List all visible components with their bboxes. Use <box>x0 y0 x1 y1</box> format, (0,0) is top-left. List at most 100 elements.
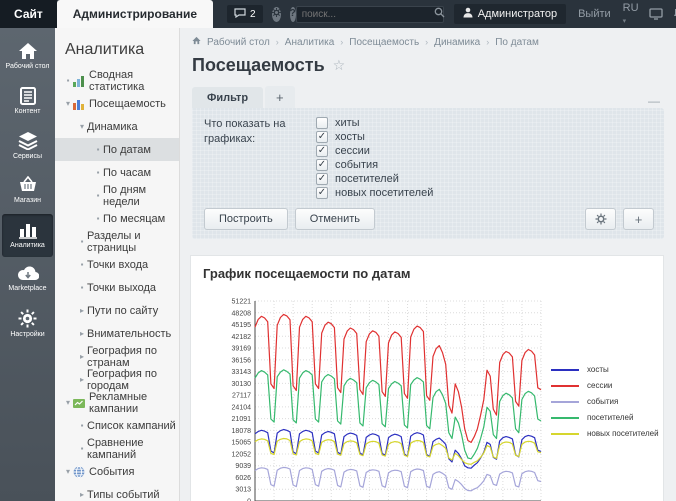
sidebar-item[interactable]: ▪По датам <box>55 138 179 161</box>
search-input[interactable] <box>302 9 434 20</box>
square-marker-icon: ▪ <box>93 145 103 154</box>
sidebar-item[interactable]: ▪Список кампаний <box>55 414 179 437</box>
pin-panel-button[interactable] <box>673 8 676 21</box>
sidebar-item-label: География по городам <box>87 368 179 392</box>
checkbox-checked[interactable]: ✓ <box>316 187 328 199</box>
sidebar-item[interactable]: ▪По часам <box>55 161 179 184</box>
chat-bubble-icon <box>234 8 246 21</box>
collapsed-marker-icon: ▸ <box>77 490 87 499</box>
tab-admin[interactable]: Администрирование <box>57 0 213 28</box>
filter-question-label: Что показать на графиках: <box>204 117 296 199</box>
help-round-button[interactable]: ? <box>290 7 296 22</box>
checkbox-checked[interactable]: ✓ <box>316 131 328 143</box>
build-button[interactable]: Построить <box>204 208 288 230</box>
analytics-sidebar: Аналитика ▪Сводная статистика▾Посещаемос… <box>55 28 180 501</box>
rail-item-label: Рабочий стол <box>6 63 50 72</box>
add-filter-tab-button[interactable]: + <box>265 86 295 108</box>
square-marker-icon: ▪ <box>77 421 87 430</box>
sidebar-item-label: Разделы и страницы <box>87 230 179 254</box>
favorite-star-icon[interactable]: ☆ <box>333 57 346 74</box>
sidebar-item[interactable]: ▪По месяцам <box>55 207 179 230</box>
rail-item-label: Контент <box>15 108 41 117</box>
filter-settings-button[interactable] <box>585 208 616 230</box>
expanded-marker-icon: ▾ <box>63 99 73 108</box>
breadcrumb-item[interactable]: Посещаемость <box>349 37 419 48</box>
sidebar-item-label: По датам <box>103 144 151 156</box>
sidebar-item[interactable]: ▸География по странам <box>55 345 179 368</box>
search-box[interactable] <box>296 6 444 23</box>
cart-icon <box>18 176 38 194</box>
language-selector[interactable]: RU ▾ <box>623 2 639 26</box>
pin-icon <box>673 8 676 21</box>
app-frame: Рабочий столКонтентСервисыМагазинАналити… <box>0 28 676 501</box>
legend-swatch <box>551 433 579 435</box>
rail-item-home[interactable]: Рабочий стол <box>2 35 53 78</box>
user-icon <box>463 7 473 21</box>
home-icon[interactable] <box>192 36 201 48</box>
sidebar-item[interactable]: ▸Типы событий <box>55 483 179 501</box>
logout-link[interactable]: Выйти <box>578 8 611 20</box>
svg-text:9039: 9039 <box>235 463 251 470</box>
filter-panel: Фильтр + — Что показать на графиках: хит… <box>192 86 664 239</box>
breadcrumb-item[interactable]: Рабочий стол <box>207 37 270 48</box>
collapsed-marker-icon: ▸ <box>77 352 87 361</box>
legend-swatch <box>551 417 579 419</box>
sidebar-item-label: События <box>89 466 134 478</box>
svg-text:36156: 36156 <box>232 357 252 364</box>
breadcrumb-item[interactable]: Аналитика <box>285 37 335 48</box>
sidebar-item[interactable]: ▸География по городам <box>55 368 179 391</box>
sidebar-item[interactable]: ▪Точки входа <box>55 253 179 276</box>
notifications-button[interactable]: 2 <box>227 5 263 23</box>
checkbox-unchecked[interactable] <box>316 117 328 129</box>
site-view-button[interactable] <box>649 8 663 20</box>
settings-round-button[interactable] <box>272 7 281 22</box>
rail-item-cloud[interactable]: Marketplace <box>2 259 53 300</box>
svg-text:3013: 3013 <box>235 487 251 494</box>
minimize-filter-button[interactable]: — <box>644 94 664 108</box>
sidebar-item[interactable]: ▪Сводная статистика <box>55 69 179 92</box>
sidebar-item[interactable]: ▪По дням недели <box>55 184 179 207</box>
breadcrumb-item[interactable]: Динамика <box>434 37 480 48</box>
filter-option: ✓сессии <box>316 145 433 157</box>
sidebar-item[interactable]: ▾События <box>55 460 179 483</box>
tab-site[interactable]: Сайт <box>0 0 57 28</box>
collapsed-marker-icon: ▸ <box>77 329 87 338</box>
filter-option: ✓новых посетителей <box>316 187 433 199</box>
sidebar-item-label: Пути по сайту <box>87 305 158 317</box>
checkbox-checked[interactable]: ✓ <box>316 145 328 157</box>
sidebar-item[interactable]: ▪Разделы и страницы <box>55 230 179 253</box>
sidebar-item[interactable]: ▸Внимательность <box>55 322 179 345</box>
gear-icon <box>595 213 607 225</box>
user-button[interactable]: Администратор <box>454 4 566 24</box>
page-title: Посещаемость <box>192 55 325 76</box>
rail-item-gear[interactable]: Настройки <box>2 302 53 346</box>
rail-item-cart[interactable]: Магазин <box>2 169 53 212</box>
expanded-marker-icon: ▾ <box>77 122 87 131</box>
sidebar-item[interactable]: ▪Точки выхода <box>55 276 179 299</box>
add-field-button[interactable]: + <box>623 208 654 230</box>
breadcrumb-item[interactable]: По датам <box>495 37 539 48</box>
legend-label: события <box>587 397 618 406</box>
rail-item-layers[interactable]: Сервисы <box>2 125 53 168</box>
breadcrumb-separator: › <box>425 37 428 47</box>
legend-item: посетителей <box>551 413 659 422</box>
search-icon[interactable] <box>434 5 445 23</box>
checkbox-checked[interactable]: ✓ <box>316 173 328 185</box>
sidebar-item-label: География по странам <box>87 345 179 369</box>
filter-options: хиты✓хосты✓сессии✓события✓посетителей✓но… <box>316 117 433 199</box>
cancel-button[interactable]: Отменить <box>295 208 375 230</box>
sidebar-item[interactable]: ▾Посещаемость <box>55 92 179 115</box>
sidebar-item[interactable]: ▾Динамика <box>55 115 179 138</box>
svg-text:45195: 45195 <box>232 322 252 329</box>
rail-item-barchart[interactable]: Аналитика <box>2 214 53 257</box>
content-icon <box>20 87 36 105</box>
filter-tab[interactable]: Фильтр <box>192 87 263 108</box>
sidebar-item[interactable]: ▸Пути по сайту <box>55 299 179 322</box>
sidebar-item-label: Список кампаний <box>87 420 176 432</box>
sidebar-item[interactable]: ▾Рекламные кампании <box>55 391 179 414</box>
checkbox-checked[interactable]: ✓ <box>316 159 328 171</box>
sidebar-item-label: По дням недели <box>103 184 179 208</box>
chart-title: График посещаемости по датам <box>203 266 657 281</box>
sidebar-item[interactable]: ▪Сравнение кампаний <box>55 437 179 460</box>
rail-item-content[interactable]: Контент <box>2 80 53 123</box>
